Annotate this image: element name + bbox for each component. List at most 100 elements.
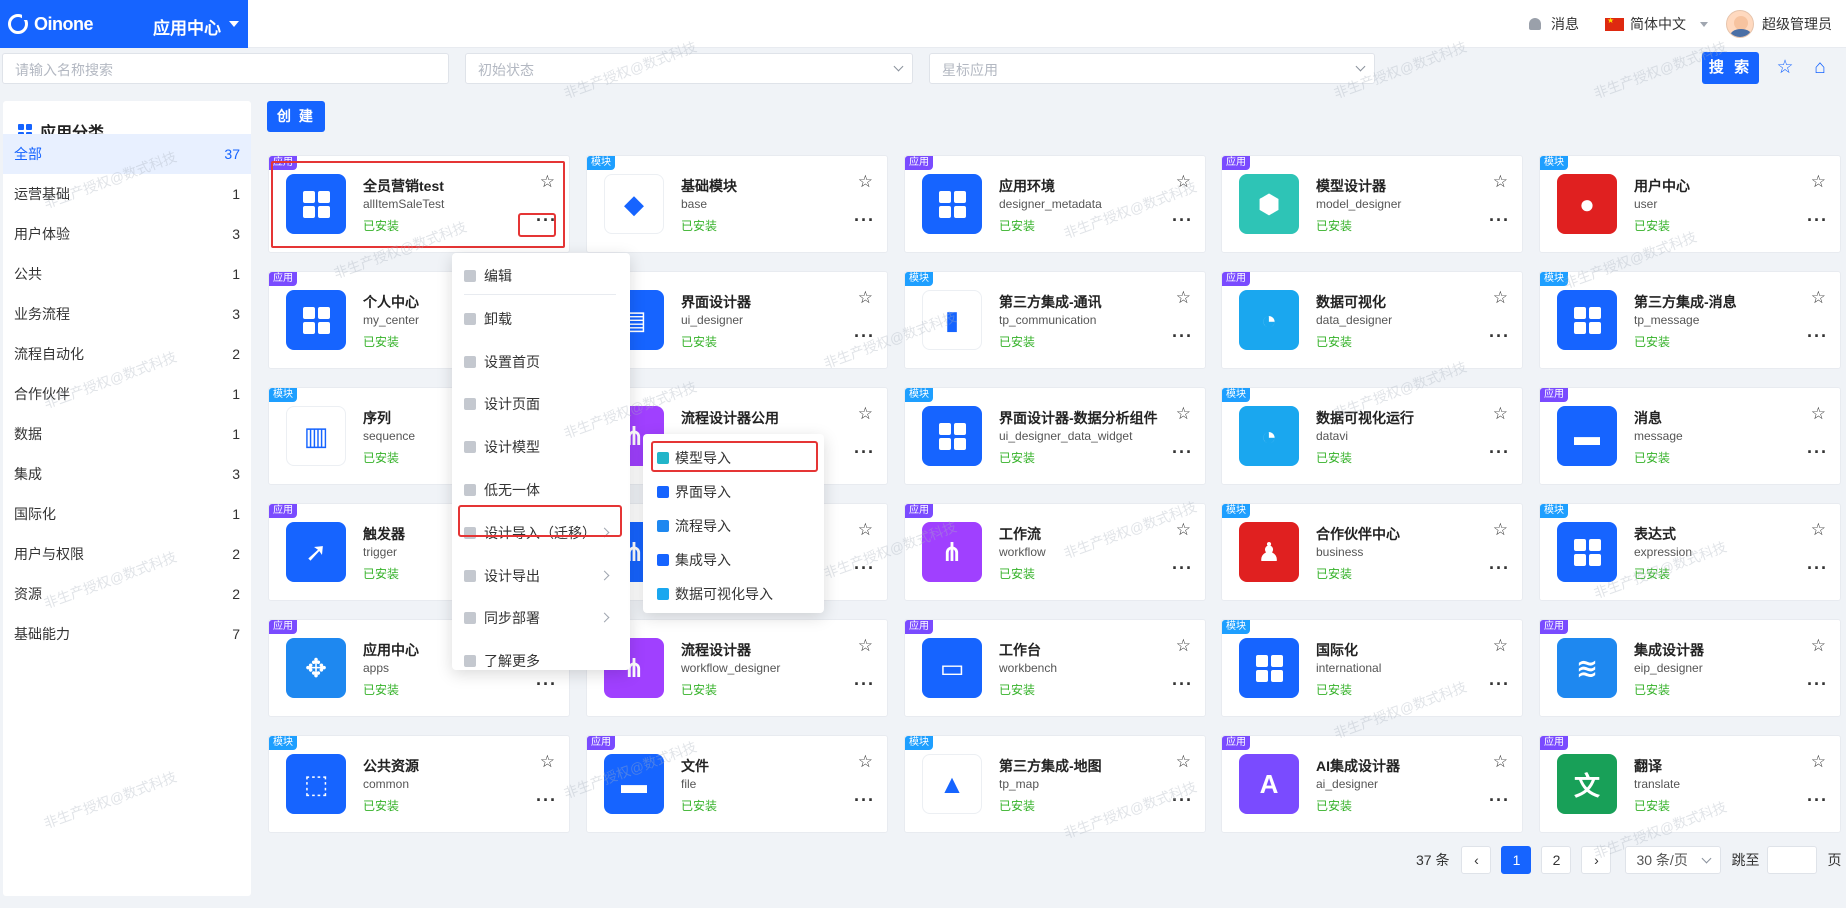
star-icon[interactable]: ☆ <box>1493 521 1508 538</box>
star-icon[interactable]: ☆ <box>1811 405 1826 422</box>
create-button[interactable]: 创 建 <box>267 101 325 132</box>
jump-page-input[interactable] <box>1767 846 1818 874</box>
app-card[interactable]: 模块 ▮ 第三方集成-通讯 tp_communication 已安装 ☆ ··· <box>904 271 1206 369</box>
star-icon[interactable]: ☆ <box>858 521 873 538</box>
prev-page-button[interactable]: ‹ <box>1461 846 1492 874</box>
star-icon[interactable]: ☆ <box>1176 637 1191 654</box>
more-icon[interactable]: ··· <box>1489 443 1510 461</box>
more-icon[interactable]: ··· <box>536 791 557 809</box>
messages-link[interactable]: 消息 <box>1551 14 1579 34</box>
star-icon[interactable]: ☆ <box>858 289 873 306</box>
menu-item[interactable]: 低无一体 <box>452 469 630 511</box>
star-icon[interactable]: ☆ <box>1176 405 1191 422</box>
more-icon[interactable]: ··· <box>1172 559 1193 577</box>
menu-item[interactable]: 设计导入（迁移） <box>452 512 630 554</box>
star-icon[interactable]: ☆ <box>1811 173 1826 190</box>
more-icon[interactable]: ··· <box>536 211 557 229</box>
more-icon[interactable]: ··· <box>854 327 875 345</box>
more-icon[interactable]: ··· <box>1489 675 1510 693</box>
avatar[interactable] <box>1726 10 1754 38</box>
status-select[interactable]: 初始状态 <box>465 53 913 84</box>
app-card[interactable]: 模块 ● 用户中心 user 已安装 ☆ ··· <box>1539 155 1841 253</box>
sidebar-item[interactable]: 用户与权限 2 <box>3 534 251 574</box>
app-card[interactable]: 应用 ▭ 工作台 workbench 已安装 ☆ ··· <box>904 619 1206 717</box>
app-card[interactable]: 应用 ▤ 界面设计器 ui_designer 已安装 ☆ ··· <box>586 271 888 369</box>
app-card[interactable]: 应用 全员营销test allItemSaleTest 已安装 ☆ ··· <box>268 155 570 253</box>
more-icon[interactable]: ··· <box>1489 559 1510 577</box>
menu-item[interactable]: 设计页面 <box>452 383 630 425</box>
app-card[interactable]: 模块 ◔ 数据可视化运行 datavi 已安装 ☆ ··· <box>1221 387 1523 485</box>
star-filter-icon[interactable]: ☆ <box>1775 58 1795 78</box>
more-icon[interactable]: ··· <box>1807 791 1828 809</box>
app-card[interactable]: 应用 ⋔ 流程设计器 workflow_designer 已安装 ☆ ··· <box>586 619 888 717</box>
brand-area[interactable]: Oinone 应用中心 <box>0 0 248 48</box>
star-icon[interactable]: ☆ <box>1493 405 1508 422</box>
app-card[interactable]: 模块 第三方集成-消息 tp_message 已安装 ☆ ··· <box>1539 271 1841 369</box>
sidebar-item[interactable]: 国际化 1 <box>3 494 251 534</box>
star-icon[interactable]: ☆ <box>858 753 873 770</box>
star-icon[interactable]: ☆ <box>1811 637 1826 654</box>
star-icon[interactable]: ☆ <box>540 753 555 770</box>
sidebar-item[interactable]: 全部 37 <box>3 134 251 174</box>
star-icon[interactable]: ☆ <box>1493 637 1508 654</box>
app-card[interactable]: 应用 A AI集成设计器 ai_designer 已安装 ☆ ··· <box>1221 735 1523 833</box>
more-icon[interactable]: ··· <box>1807 211 1828 229</box>
submenu-item[interactable]: 集成导入 <box>643 543 824 577</box>
name-search-input[interactable]: 请输入名称搜索 <box>2 53 449 84</box>
menu-item[interactable]: 设计模型 <box>452 426 630 468</box>
search-button[interactable]: 搜 索 <box>1702 52 1759 84</box>
submenu-item[interactable]: 流程导入 <box>643 509 824 543</box>
sidebar-item[interactable]: 基础能力 7 <box>3 614 251 654</box>
sidebar-item[interactable]: 数据 1 <box>3 414 251 454</box>
app-card[interactable]: 模块 ⬚ 公共资源 common 已安装 ☆ ··· <box>268 735 570 833</box>
more-icon[interactable]: ··· <box>854 559 875 577</box>
app-card[interactable]: 应用 ⬢ 模型设计器 model_designer 已安装 ☆ ··· <box>1221 155 1523 253</box>
app-card[interactable]: 应用 ▬ 文件 file 已安装 ☆ ··· <box>586 735 888 833</box>
app-card[interactable]: 模块 国际化 international 已安装 ☆ ··· <box>1221 619 1523 717</box>
app-card[interactable]: 模块 ◆ 基础模块 base 已安装 ☆ ··· <box>586 155 888 253</box>
star-icon[interactable]: ☆ <box>1176 753 1191 770</box>
star-icon[interactable]: ☆ <box>1811 521 1826 538</box>
sidebar-item[interactable]: 公共 1 <box>3 254 251 294</box>
star-icon[interactable]: ☆ <box>1493 753 1508 770</box>
menu-item[interactable]: 了解更多 <box>452 640 630 682</box>
star-icon[interactable]: ☆ <box>540 173 555 190</box>
menu-item[interactable]: 设置首页 <box>452 341 630 383</box>
sidebar-item[interactable]: 运营基础 1 <box>3 174 251 214</box>
star-icon[interactable]: ☆ <box>1493 289 1508 306</box>
submenu-item[interactable]: 模型导入 <box>643 441 824 475</box>
app-card[interactable]: 模块 表达式 expression 已安装 ☆ ··· <box>1539 503 1841 601</box>
more-icon[interactable]: ··· <box>1172 211 1193 229</box>
page-size-select[interactable]: 30 条/页 <box>1625 846 1722 874</box>
sidebar-item[interactable]: 合作伙伴 1 <box>3 374 251 414</box>
sidebar-item[interactable]: 用户体验 3 <box>3 214 251 254</box>
app-card[interactable]: 模块 ♟ 合作伙伴中心 business 已安装 ☆ ··· <box>1221 503 1523 601</box>
app-card[interactable]: 应用 ⋔ 工作流 workflow 已安装 ☆ ··· <box>904 503 1206 601</box>
star-icon[interactable]: ☆ <box>858 637 873 654</box>
more-icon[interactable]: ··· <box>854 675 875 693</box>
chevron-down-icon[interactable] <box>1700 21 1708 27</box>
more-icon[interactable]: ··· <box>1172 791 1193 809</box>
page-button-2[interactable]: 2 <box>1541 846 1572 874</box>
star-icon[interactable]: ☆ <box>1176 173 1191 190</box>
submenu-item[interactable]: 数据可视化导入 <box>643 577 824 611</box>
sidebar-item[interactable]: 资源 2 <box>3 574 251 614</box>
language-selector[interactable]: 简体中文 <box>1630 14 1686 34</box>
star-icon[interactable]: ☆ <box>1493 173 1508 190</box>
app-center-switcher[interactable]: 应用中心 <box>153 14 221 39</box>
more-icon[interactable]: ··· <box>854 211 875 229</box>
more-icon[interactable]: ··· <box>854 791 875 809</box>
more-icon[interactable]: ··· <box>1489 327 1510 345</box>
menu-item[interactable]: 同步部署 <box>452 597 630 639</box>
sidebar-item[interactable]: 流程自动化 2 <box>3 334 251 374</box>
menu-item[interactable]: 设计导出 <box>452 555 630 597</box>
more-icon[interactable]: ··· <box>1807 443 1828 461</box>
more-icon[interactable]: ··· <box>1172 675 1193 693</box>
next-page-button[interactable]: › <box>1581 846 1612 874</box>
more-icon[interactable]: ··· <box>1172 327 1193 345</box>
caret-down-icon[interactable] <box>229 21 239 27</box>
star-icon[interactable]: ☆ <box>858 405 873 422</box>
star-app-select[interactable]: 星标应用 <box>929 53 1375 84</box>
sidebar-item[interactable]: 业务流程 3 <box>3 294 251 334</box>
store-icon[interactable]: ⌂ <box>1810 58 1830 78</box>
